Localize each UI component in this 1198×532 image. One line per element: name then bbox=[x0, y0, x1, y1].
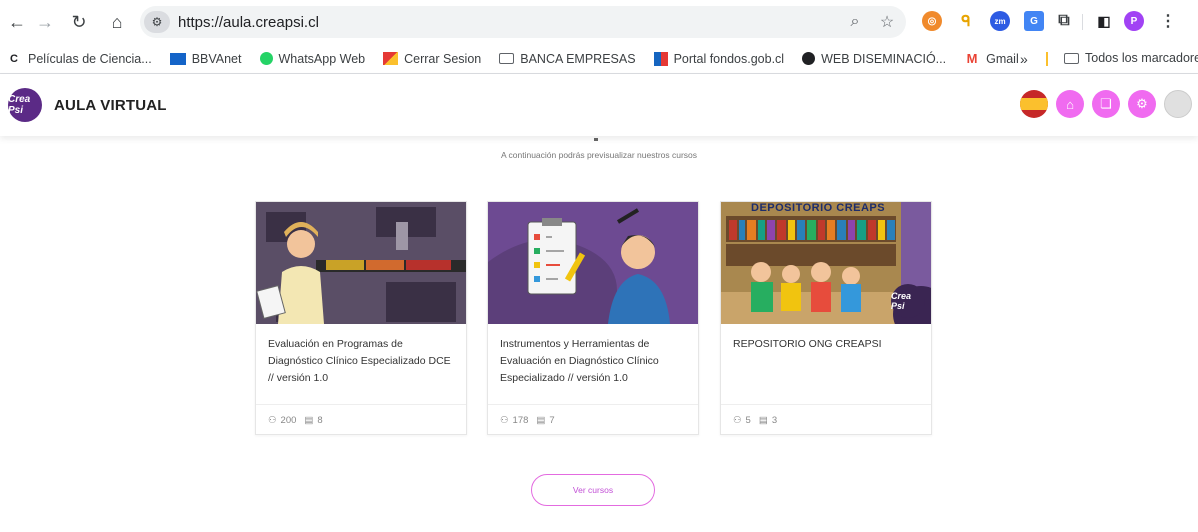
lessons-icon: ▤ bbox=[758, 415, 768, 426]
course-card[interactable]: Instrumentos y Herramientas de Evaluació… bbox=[487, 201, 699, 435]
menu-kebab-icon[interactable]: ⋮ bbox=[1158, 11, 1178, 31]
course-image bbox=[488, 202, 698, 324]
browser-toolbar: ← → ↻ ⌂ ⚙ https://aula.creapsi.cl ⌕ ☆ ◎ … bbox=[0, 0, 1198, 44]
bookmark-item[interactable]: BANCA EMPRESAS bbox=[499, 51, 636, 66]
bookmark-item[interactable]: Cerrar Sesion bbox=[383, 52, 481, 66]
bookmark-label: Portal fondos.gob.cl bbox=[673, 51, 785, 66]
course-meta: ⚇ 5 ▤ 3 bbox=[721, 404, 931, 436]
fondos-icon bbox=[653, 51, 668, 66]
all-bookmarks-folder[interactable]: Todos los marcadores bbox=[1064, 51, 1198, 65]
students-icon: ⚇ bbox=[500, 415, 509, 426]
lessons-icon: ▤ bbox=[536, 415, 546, 426]
logo-text: Crea Psi bbox=[8, 94, 31, 116]
course-title[interactable]: Instrumentos y Herramientas de Evaluació… bbox=[500, 336, 690, 387]
course-title[interactable]: REPOSITORIO ONG CREAPSI bbox=[733, 336, 923, 353]
students-icon: ⚇ bbox=[268, 415, 277, 426]
course-title[interactable]: Evaluación en Programas de Diagnóstico C… bbox=[268, 336, 458, 387]
students-count: 178 bbox=[512, 415, 529, 426]
forward-icon[interactable]: → bbox=[32, 9, 58, 35]
students-icon: ⚇ bbox=[733, 415, 742, 426]
view-courses-button[interactable]: Ver cursos bbox=[531, 474, 655, 506]
bookmarks-bar: C Películas de Ciencia... BBVAnet WhatsAp… bbox=[0, 44, 1198, 74]
extension-zoom-icon[interactable]: zm bbox=[990, 11, 1010, 31]
course-image: DEPOSITORIO CREAPS Crea Psi bbox=[721, 202, 931, 324]
back-icon[interactable]: ← bbox=[4, 9, 30, 35]
reload-icon[interactable]: ↻ bbox=[66, 9, 92, 35]
settings-gear-icon[interactable]: ⚙ bbox=[1128, 90, 1156, 118]
bookmark-item[interactable]: C Películas de Ciencia... bbox=[6, 52, 152, 66]
profile-avatar[interactable]: P bbox=[1124, 11, 1144, 31]
bookmark-label: BBVAnet bbox=[191, 51, 242, 66]
section-subtitle: A continuación podrás previsualizar nues… bbox=[500, 150, 698, 160]
flag-icon bbox=[383, 52, 399, 65]
zoom-icon[interactable]: ⌕ bbox=[842, 9, 868, 35]
creapsi-logo: Crea Psi bbox=[891, 284, 925, 318]
folder-icon bbox=[499, 53, 515, 64]
folder-icon bbox=[1064, 52, 1079, 64]
course-image bbox=[256, 202, 466, 324]
bookmark-label: Cerrar Sesion bbox=[404, 51, 482, 66]
bookmarks-overflow-icon[interactable]: » bbox=[1020, 51, 1028, 67]
bookmark-label: Películas de Ciencia... bbox=[28, 51, 152, 66]
bookmark-label: WhatsApp Web bbox=[278, 51, 366, 66]
whatsapp-icon bbox=[259, 52, 273, 65]
extensions-puzzle-icon[interactable]: ⧉ bbox=[1054, 11, 1074, 31]
lessons-icon: ▤ bbox=[304, 415, 314, 426]
site-title[interactable]: AULA VIRTUAL bbox=[54, 97, 167, 114]
repository-banner: DEPOSITORIO CREAPS bbox=[751, 202, 886, 214]
header-actions: ⌂ ❏ ⚙ bbox=[1012, 90, 1192, 118]
chat-icon[interactable]: ❏ bbox=[1092, 90, 1120, 118]
site-info-icon[interactable]: ⚙ bbox=[144, 11, 170, 33]
globe-icon bbox=[802, 52, 816, 65]
bookmark-item[interactable]: Portal fondos.gob.cl bbox=[653, 51, 785, 66]
site-header: Crea Psi AULA VIRTUAL ⌂ ❏ ⚙ bbox=[0, 74, 1198, 136]
url-text[interactable]: https://aula.creapsi.cl bbox=[178, 14, 842, 31]
site-logo[interactable]: Crea Psi bbox=[8, 88, 42, 122]
extension-1-icon[interactable]: ◎ bbox=[922, 11, 942, 31]
bookmark-label: Gmail bbox=[986, 51, 1019, 66]
bookmarks-divider bbox=[1046, 52, 1048, 66]
address-bar[interactable]: ⚙ https://aula.creapsi.cl ⌕ ☆ bbox=[140, 6, 906, 38]
c-icon: C bbox=[10, 52, 18, 65]
course-card[interactable]: Evaluación en Programas de Diagnóstico C… bbox=[255, 201, 467, 435]
scroll-remnant-dot bbox=[594, 138, 598, 141]
home-icon[interactable]: ⌂ bbox=[104, 9, 130, 35]
bbva-icon bbox=[169, 52, 186, 65]
lessons-count: 8 bbox=[317, 415, 323, 426]
students-count: 5 bbox=[745, 415, 751, 426]
bookmark-label: BANCA EMPRESAS bbox=[520, 51, 636, 66]
bookmark-item[interactable]: M Gmail bbox=[964, 51, 1019, 66]
side-panel-icon[interactable]: ◧ bbox=[1094, 11, 1114, 31]
spanish-flag-icon[interactable] bbox=[1020, 90, 1048, 118]
bookmarks-list: C Películas de Ciencia... BBVAnet WhatsAp… bbox=[0, 51, 1037, 66]
bookmark-item[interactable]: BBVAnet bbox=[169, 51, 242, 66]
students-count: 200 bbox=[280, 415, 297, 426]
course-card[interactable]: DEPOSITORIO CREAPS Crea Psi REPOSITORIO … bbox=[720, 201, 932, 435]
bookmark-star-icon[interactable]: ☆ bbox=[874, 9, 900, 35]
user-avatar[interactable] bbox=[1164, 90, 1192, 118]
bookmark-item[interactable]: WEB DISEMINACIÓ... bbox=[802, 52, 946, 66]
lessons-count: 3 bbox=[771, 415, 778, 426]
toolbar-divider bbox=[1082, 14, 1083, 30]
lessons-count: 7 bbox=[549, 415, 555, 426]
home-icon[interactable]: ⌂ bbox=[1056, 90, 1084, 118]
translate-extension-icon[interactable]: G bbox=[1024, 11, 1044, 31]
all-bookmarks-label: Todos los marcadores bbox=[1085, 51, 1198, 65]
gmail-icon: M bbox=[966, 51, 978, 66]
bookmark-label: WEB DISEMINACIÓ... bbox=[821, 51, 947, 66]
course-meta: ⚇ 178 ▤ 7 bbox=[488, 404, 698, 436]
extension-2-icon[interactable]: ᑫ bbox=[956, 11, 976, 31]
bookmark-item[interactable]: WhatsApp Web bbox=[259, 51, 366, 66]
course-meta: ⚇ 200 ▤ 8 bbox=[256, 404, 466, 436]
